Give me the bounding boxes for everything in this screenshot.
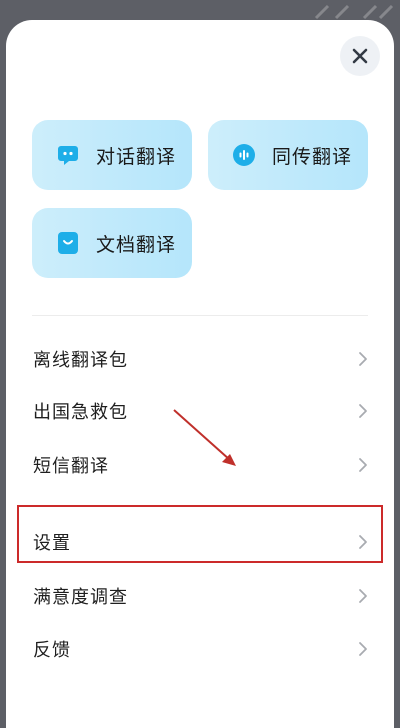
document-icon bbox=[56, 231, 80, 255]
menu-item-label: 短信翻译 bbox=[33, 456, 109, 477]
audio-wave-icon bbox=[232, 143, 256, 167]
section-divider bbox=[32, 315, 368, 316]
menu-item-settings[interactable]: 设置 bbox=[6, 517, 394, 567]
tile-label: 同传翻译 bbox=[272, 145, 353, 168]
menu-item-label: 出国急救包 bbox=[33, 402, 128, 423]
menu-item-label: 反馈 bbox=[33, 640, 71, 661]
tile-label: 对话翻译 bbox=[96, 145, 177, 168]
tile-document-translation[interactable]: 文档翻译 bbox=[32, 208, 192, 278]
chevron-right-icon bbox=[358, 403, 368, 419]
menu-item-sms-translation[interactable]: 短信翻译 bbox=[6, 440, 394, 490]
chevron-right-icon bbox=[358, 457, 368, 473]
chevron-right-icon bbox=[358, 641, 368, 657]
close-button[interactable] bbox=[340, 36, 380, 76]
chevron-right-icon bbox=[358, 534, 368, 550]
menu-item-travel-emergency-kit[interactable]: 出国急救包 bbox=[6, 386, 394, 436]
tile-label: 文档翻译 bbox=[96, 233, 177, 256]
close-icon bbox=[352, 48, 368, 64]
menu-item-feedback[interactable]: 反馈 bbox=[6, 624, 394, 674]
menu-item-offline-package[interactable]: 离线翻译包 bbox=[6, 334, 394, 384]
tile-dialogue-translation[interactable]: 对话翻译 bbox=[32, 120, 192, 190]
menu-item-label: 离线翻译包 bbox=[33, 350, 128, 371]
chevron-right-icon bbox=[358, 351, 368, 367]
chevron-right-icon bbox=[358, 588, 368, 604]
menu-item-satisfaction-survey[interactable]: 满意度调查 bbox=[6, 571, 394, 621]
menu-item-label: 满意度调查 bbox=[33, 587, 128, 608]
menu-item-label: 设置 bbox=[33, 533, 71, 554]
tile-simultaneous-translation[interactable]: 同传翻译 bbox=[208, 120, 368, 190]
watermark-decoration bbox=[306, 2, 396, 22]
translation-menu-sheet: 对话翻译 同传翻译 文档翻译 离线翻译包 出国急救包 短信翻译 设置 满意度调查… bbox=[6, 20, 394, 728]
chat-bubble-icon bbox=[56, 143, 80, 167]
